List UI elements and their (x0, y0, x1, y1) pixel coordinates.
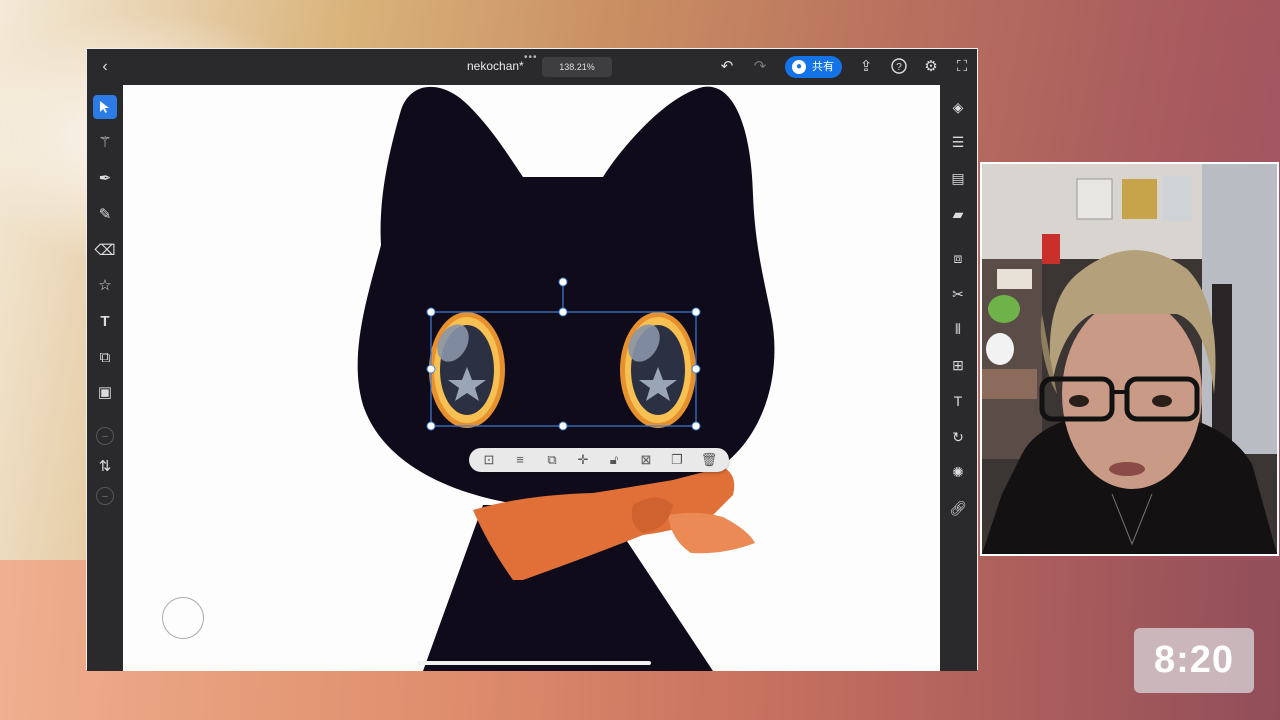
layers-icon[interactable]: ◈ (947, 96, 969, 118)
help-icon[interactable]: ? (890, 58, 908, 76)
home-indicator (417, 661, 651, 665)
redo-icon[interactable]: ↷ (751, 58, 769, 76)
back-icon[interactable]: ‹ (97, 57, 113, 77)
zoom-level[interactable]: 138.21% (542, 57, 612, 77)
artboard-canvas[interactable]: ⊡ ≡ ⧉ ✛ 🔓︎ ⊠ ❐ 🗑︎ (123, 85, 942, 671)
link-icon[interactable]: 🔗︎ (947, 497, 969, 519)
undo-icon[interactable]: ↶ (718, 58, 736, 76)
webcam-overlay (980, 162, 1279, 556)
right-toolbar: ◈ ☰ ▤ ▰ ⧈ ✂ ⫴ ⊞ T ↻ ✺ 🔗︎ (940, 85, 977, 671)
cut-icon[interactable]: ✂ (947, 283, 969, 305)
swap-color-icon[interactable]: ⇅ (93, 455, 117, 479)
comments-icon[interactable]: ▰ (947, 203, 969, 225)
left-toolbar: ⚚ ✒ ✎ ⌫ ☆ T ⧉ ▣ – ⇅ – (87, 85, 123, 671)
crop-icon[interactable]: ⧉ (93, 346, 117, 370)
webcam-video-frame (982, 164, 1277, 554)
share-label: 共有 (812, 61, 834, 73)
select-icon[interactable] (93, 95, 117, 119)
svg-text:?: ? (896, 62, 902, 73)
repeat-icon[interactable]: ✺ (947, 461, 969, 483)
rulers-icon[interactable]: ▤ (947, 167, 969, 189)
fill-color-icon[interactable]: – (96, 427, 114, 445)
settings-icon[interactable]: ⚙ (922, 58, 940, 76)
properties-icon[interactable]: ☰ (947, 131, 969, 153)
transform-icon[interactable]: ⊞ (947, 354, 969, 376)
move-icon[interactable]: ✛ (574, 451, 592, 469)
path-icon[interactable]: ↻ (947, 426, 969, 448)
combine-shapes-icon[interactable]: ⧈ (947, 247, 969, 269)
align-menu-icon[interactable]: ≡ (511, 451, 529, 469)
touch-shortcut-circle[interactable] (162, 597, 204, 639)
duplicate-icon[interactable]: ❐ (668, 451, 686, 469)
pen-icon[interactable]: ✒ (93, 167, 117, 191)
delete-icon[interactable]: 🗑︎ (700, 451, 718, 469)
stroke-color-icon[interactable]: – (96, 487, 114, 505)
eraser-icon[interactable]: ⌫ (93, 239, 117, 263)
document-title[interactable]: nekochan* (467, 59, 524, 73)
export-icon[interactable]: ⇪ (857, 58, 875, 76)
group-icon[interactable]: ⊡ (480, 451, 498, 469)
user-icon: ● (792, 60, 806, 74)
magic-select-icon[interactable]: ⚚ (93, 131, 117, 155)
lock-icon[interactable]: 🔓︎ (605, 451, 623, 469)
image-icon[interactable]: ▣ (93, 381, 117, 405)
pencil-icon[interactable]: ✎ (93, 203, 117, 227)
mask-icon[interactable]: ⊠ (637, 451, 655, 469)
shape-star-icon[interactable]: ☆ (93, 274, 117, 298)
type-icon[interactable]: T (947, 390, 969, 412)
top-bar: ‹ ••• nekochan* 138.21% ↶ ↷ ● 共有 ⇪ ? ⚙ ⛶ (87, 49, 977, 85)
stream-timer: 8:20 (1134, 628, 1254, 693)
arrange-icon[interactable]: ⧉ (543, 451, 561, 469)
selection-toolbar: ⊡ ≡ ⧉ ✛ 🔓︎ ⊠ ❐ 🗑︎ (469, 448, 729, 472)
fullscreen-icon[interactable]: ⛶ (953, 58, 971, 76)
illustrator-app-window: ‹ ••• nekochan* 138.21% ↶ ↷ ● 共有 ⇪ ? ⚙ ⛶… (86, 48, 978, 671)
text-icon[interactable]: T (93, 310, 117, 334)
align-icon[interactable]: ⫴ (947, 318, 969, 340)
share-button[interactable]: ● 共有 (785, 56, 842, 78)
more-dots-icon[interactable]: ••• (524, 52, 538, 63)
cat-illustration (357, 86, 775, 671)
